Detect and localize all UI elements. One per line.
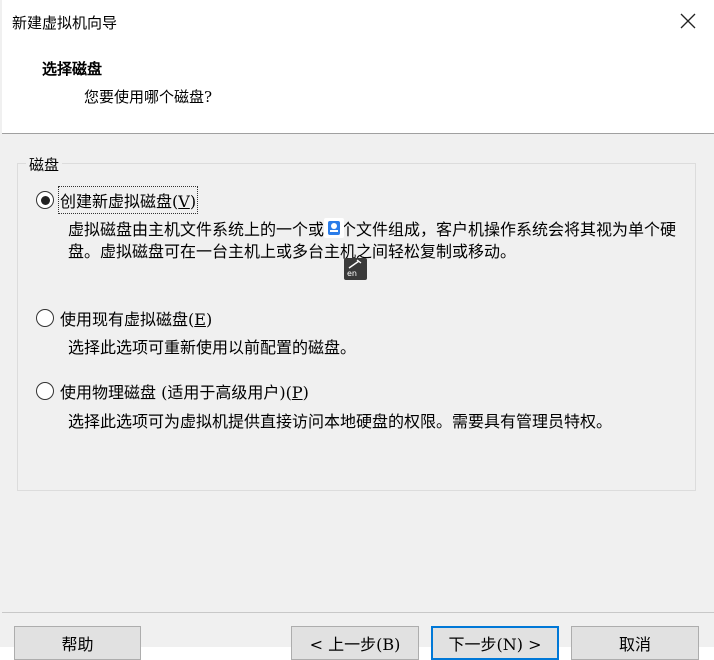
help-button[interactable]: 帮助 — [14, 626, 141, 660]
radio-selected-dot — [40, 195, 50, 205]
ime-mode-indicator[interactable]: en — [344, 258, 367, 280]
radio-button[interactable] — [36, 382, 54, 400]
close-button[interactable] — [662, 0, 714, 42]
window-title: 新建虚拟机向导 — [12, 14, 118, 32]
page-subtitle: 您要使用哪个磁盘? — [84, 88, 213, 106]
radio-button[interactable] — [36, 191, 54, 209]
radio-create-new-disk[interactable]: 创建新虚拟磁盘(V) — [36, 186, 199, 214]
option-label[interactable]: 使用物理磁盘 (适用于高级用户)(P) — [60, 379, 309, 403]
option-description: 虚拟磁盘由主机文件系统上的一个或多个文件组成，客户机操作系统会将其视为单个硬盘。… — [68, 220, 677, 261]
radio-use-existing-disk[interactable]: 使用现有虚拟磁盘(E) — [36, 306, 212, 330]
groupbox-legend: 磁盘 — [26, 154, 63, 175]
cancel-button[interactable]: 取消 — [571, 626, 699, 660]
option-description: 选择此选项可重新使用以前配置的磁盘。 — [68, 338, 357, 357]
option-label[interactable]: 使用现有虚拟磁盘(E) — [60, 306, 212, 330]
next-button[interactable]: 下一步(N) > — [431, 626, 559, 660]
title-bar: 新建虚拟机向导 — [0, 0, 714, 42]
disk-groupbox: 磁盘 创建新虚拟磁盘(V) 虚拟磁盘由主机文件系统上的一个或多个文件组成，客户机… — [17, 154, 696, 491]
radio-use-physical-disk[interactable]: 使用物理磁盘 (适用于高级用户)(P) — [36, 379, 309, 403]
wizard-header: 选择磁盘 您要使用哪个磁盘? — [0, 42, 714, 134]
wizard-content: 磁盘 创建新虚拟磁盘(V) 虚拟磁盘由主机文件系统上的一个或多个文件组成，客户机… — [0, 134, 714, 660]
window-border — [0, 0, 2, 647]
page-title: 选择磁盘 — [42, 60, 103, 78]
ime-language-label: en — [347, 269, 357, 278]
footer-divider — [0, 612, 714, 613]
option-description: 选择此选项可为虚拟机提供直接访问本地硬盘的权限。需要具有管理员特权。 — [68, 412, 613, 431]
back-button[interactable]: < 上一步(B) — [291, 626, 419, 660]
radio-button[interactable] — [36, 309, 54, 327]
option-label[interactable]: 创建新虚拟磁盘(V) — [57, 186, 199, 214]
close-icon — [680, 13, 696, 29]
ime-logo-icon — [328, 221, 340, 235]
ime-toolbar-icon[interactable] — [324, 218, 344, 238]
